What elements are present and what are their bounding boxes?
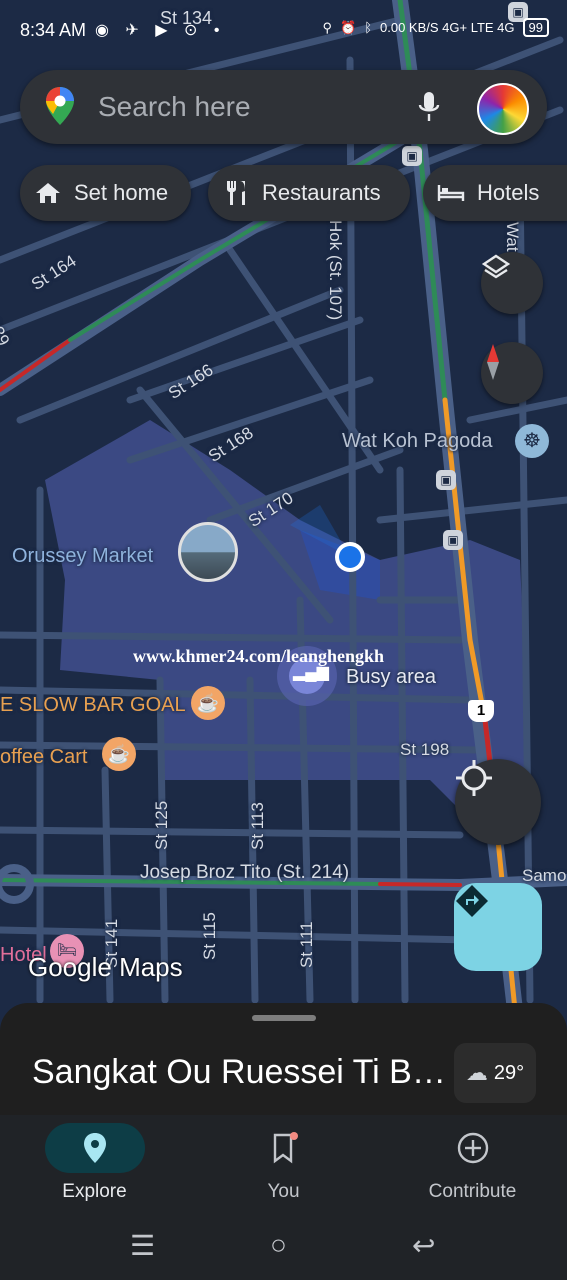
weather-badge[interactable]: ☁ 29° xyxy=(454,1043,536,1103)
busy-area-label[interactable]: Busy area xyxy=(346,666,436,689)
my-location-button[interactable] xyxy=(455,759,541,845)
map-canvas[interactable]: St 134 St 164 139 St 166 St 168 St 170 H… xyxy=(0,0,567,1010)
network-text: 0.00 KB/S 4G+ LTE 4G xyxy=(380,20,515,35)
bottom-nav: Explore You Contribute xyxy=(0,1115,567,1215)
nav-label: Contribute xyxy=(428,1181,517,1202)
crosshair-icon xyxy=(456,760,492,796)
street-label: Samo xyxy=(522,866,567,885)
area-name[interactable]: Sangkat Ou Ruessei Ti B… xyxy=(32,1053,446,1092)
home-icon xyxy=(34,179,62,207)
location-icon: ⚲ xyxy=(322,19,332,35)
avatar[interactable] xyxy=(477,83,529,135)
bus-stop-icon[interactable]: ▣ xyxy=(436,470,456,490)
orussey-market-photo[interactable] xyxy=(178,522,238,582)
nav-label: Explore xyxy=(62,1181,127,1202)
status-icons: ⚲ ⏰ ᛒ 0.00 KB/S 4G+ LTE 4G 99 xyxy=(322,18,549,37)
cafe-icon[interactable]: ☕ xyxy=(191,686,225,720)
street-label: St 115 xyxy=(200,912,219,960)
system-nav-bar: ☰ ○ ↩ xyxy=(0,1215,567,1280)
home-circle-icon[interactable]: ○ xyxy=(270,1229,287,1261)
directions-icon xyxy=(456,885,488,917)
street-label: Hok (St. 107) xyxy=(326,220,345,321)
pagoda-icon[interactable]: ☸ xyxy=(515,424,549,458)
contribute-pill xyxy=(423,1123,523,1173)
chip-hotels[interactable]: Hotels xyxy=(423,165,567,221)
explore-pill xyxy=(44,1123,145,1173)
chip-label: Restaurants xyxy=(262,180,381,205)
nav-contribute[interactable]: Contribute xyxy=(378,1115,567,1215)
street-label: St 125 xyxy=(152,800,171,850)
hotel-icon xyxy=(437,179,465,207)
microphone-icon[interactable] xyxy=(417,90,441,124)
bluetooth-icon: ᛒ xyxy=(364,20,372,35)
poi-coffee-cart[interactable]: offee Cart xyxy=(0,746,87,769)
layers-button[interactable] xyxy=(481,252,543,314)
status-bar: 8:34 AM ◉ ✈ ▶ ⊙ • ⚲ ⏰ ᛒ 0.00 KB/S 4G+ LT… xyxy=(0,0,567,60)
notification-icons: ◉ ✈ ▶ ⊙ • xyxy=(95,22,226,39)
chip-set-home[interactable]: Set home xyxy=(20,165,191,221)
back-icon[interactable]: ↩ xyxy=(412,1229,435,1262)
google-maps-pin-icon xyxy=(46,87,74,125)
compass-button[interactable] xyxy=(481,342,543,404)
bus-stop-icon[interactable]: ▣ xyxy=(443,530,463,550)
recent-apps-icon[interactable]: ☰ xyxy=(130,1229,155,1262)
you-pill xyxy=(234,1123,334,1173)
compass-icon xyxy=(487,344,499,380)
drag-handle[interactable] xyxy=(252,1015,316,1021)
route-shield: 1 xyxy=(468,700,494,722)
street-label: St 198 xyxy=(400,740,450,759)
status-time: 8:34 AM xyxy=(20,20,87,40)
nav-explore[interactable]: Explore xyxy=(0,1115,189,1215)
chip-label: Hotels xyxy=(477,180,540,205)
temperature: 29° xyxy=(493,1061,525,1084)
battery-icon: 99 xyxy=(522,18,549,37)
google-maps-logo: Google Maps xyxy=(28,952,183,982)
bottom-sheet[interactable]: Sangkat Ou Ruessei Ti B… ☁ 29° xyxy=(0,1003,567,1115)
cafe-icon[interactable]: ☕ xyxy=(102,737,136,771)
poi-orussey-market[interactable]: Orussey Market xyxy=(12,545,153,568)
directions-button[interactable] xyxy=(454,883,542,971)
alarm-icon: ⏰ xyxy=(340,19,357,35)
street-label: St 111 xyxy=(297,921,316,968)
search-input[interactable]: Search here xyxy=(98,91,251,123)
bus-stop-icon[interactable]: ▣ xyxy=(402,146,422,166)
restaurant-icon xyxy=(222,179,250,207)
watermark: www.khmer24.com/leanghengkh xyxy=(133,646,385,666)
add-circle-icon xyxy=(457,1132,488,1164)
layers-icon xyxy=(481,254,511,279)
nav-label: You xyxy=(267,1181,300,1202)
street-label: St 113 xyxy=(248,802,267,850)
chip-label: Set home xyxy=(74,180,169,205)
street-label: Josep Broz Tito (St. 214) xyxy=(140,862,350,883)
chip-restaurants[interactable]: Restaurants xyxy=(208,165,410,221)
search-bar[interactable]: Search here xyxy=(20,70,547,144)
bookmark-icon xyxy=(273,1132,298,1164)
location-pin-icon xyxy=(83,1133,106,1163)
poi-wat-koh-pagoda[interactable]: Wat Koh Pagoda xyxy=(342,430,492,453)
nav-you[interactable]: You xyxy=(189,1115,378,1215)
poi-slow-bar[interactable]: E SLOW BAR GOAL xyxy=(0,694,186,717)
cloud-icon: ☁ xyxy=(465,1060,488,1085)
